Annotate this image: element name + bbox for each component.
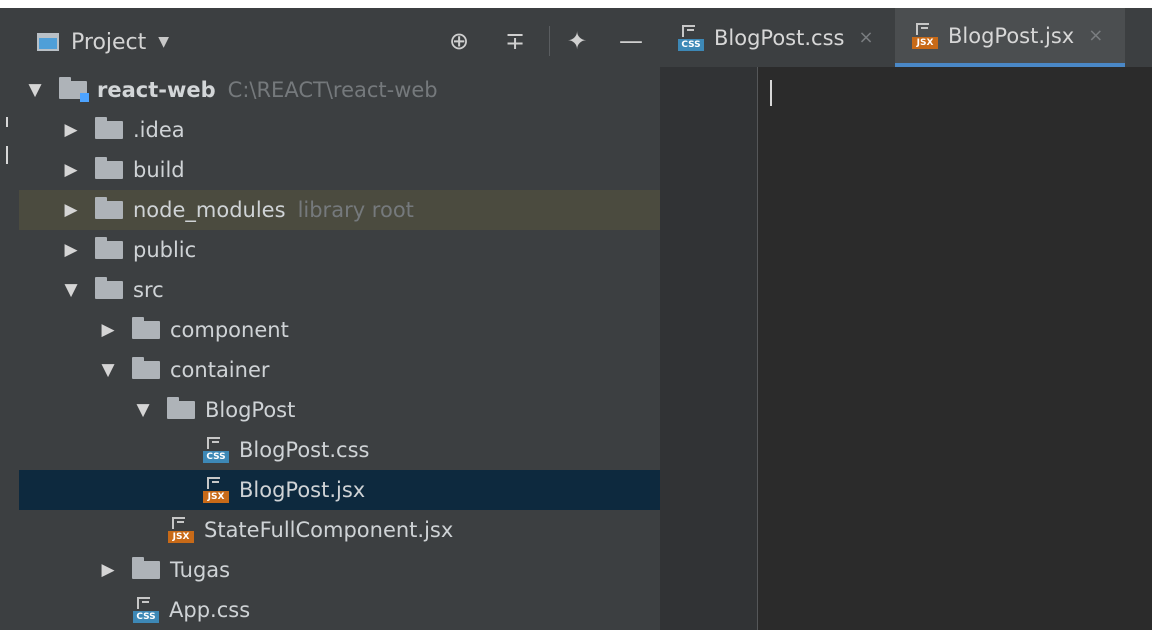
project-window-icon	[37, 33, 59, 51]
minimize-panel-button[interactable]: —	[614, 24, 648, 58]
left-tool-strip	[0, 8, 19, 630]
tree-row-blogpost-jsx[interactable]: JSX BlogPost.jsx	[19, 470, 660, 510]
tab-label: BlogPost.css	[714, 25, 845, 50]
chevron-right-icon: ▶	[101, 560, 115, 580]
tree-row-public[interactable]: ▶ public	[19, 230, 660, 270]
tool-strip-marker	[6, 117, 8, 127]
folder-icon	[132, 357, 160, 379]
css-file-icon: CSS	[678, 24, 704, 51]
folder-icon	[167, 397, 195, 419]
tab-label: BlogPost.jsx	[948, 23, 1075, 48]
tree-row-node-modules[interactable]: ▶ node_modules library root	[19, 190, 660, 230]
folder-icon	[95, 157, 123, 179]
project-path: C:\REACT\react-web	[227, 78, 438, 102]
folder-icon	[95, 197, 123, 219]
gear-icon: ✦	[566, 27, 588, 55]
folder-icon	[132, 317, 160, 339]
chevron-down-icon: ▼	[28, 80, 42, 100]
close-icon[interactable]: ×	[1088, 25, 1103, 46]
tree-row-blogpost-folder[interactable]: ▼ BlogPost	[19, 390, 660, 430]
chevron-down-icon: ▼	[158, 34, 170, 50]
tree-row-container[interactable]: ▼ container	[19, 350, 660, 390]
css-file-icon: CSS	[133, 597, 159, 623]
tree-row-tugas[interactable]: ▶ Tugas	[19, 550, 660, 590]
editor-tabs: CSS BlogPost.css × JSX BlogPost.jsx ×	[660, 8, 1152, 67]
folder-icon	[95, 237, 123, 259]
chevron-right-icon: ▶	[101, 320, 115, 340]
tree-item-label: BlogPost.jsx	[239, 478, 366, 502]
css-file-icon: CSS	[203, 437, 229, 463]
tree-item-label: container	[170, 358, 270, 382]
folder-icon	[95, 117, 123, 139]
tree-row-app-css[interactable]: CSS App.css	[19, 590, 660, 630]
tool-strip-marker	[6, 146, 8, 164]
collapse-all-button[interactable]: ∓	[498, 24, 532, 58]
folder-icon	[132, 557, 160, 579]
chevron-right-icon: ▶	[64, 200, 78, 220]
minimize-icon: —	[619, 27, 643, 55]
collapse-icon: ∓	[504, 27, 526, 55]
locate-file-button[interactable]: ⊕	[442, 24, 476, 58]
tree-item-label: App.css	[169, 598, 251, 622]
tree-item-label: Tugas	[170, 558, 231, 582]
project-view-selector[interactable]: Project ▼	[37, 26, 169, 58]
tab-blogpost-css[interactable]: CSS BlogPost.css ×	[678, 8, 895, 67]
project-title: Project	[71, 29, 147, 55]
tree-item-label: public	[133, 238, 197, 262]
tree-row-idea[interactable]: ▶ .idea	[19, 110, 660, 150]
jsx-file-icon: JSX	[203, 477, 229, 503]
tree-item-label: component	[170, 318, 289, 342]
toolbar-separator	[549, 26, 550, 56]
library-root-label: library root	[297, 198, 414, 222]
chevron-right-icon: ▶	[64, 120, 78, 140]
module-folder-icon	[59, 77, 89, 102]
jsx-file-icon: JSX	[168, 517, 194, 543]
target-icon: ⊕	[448, 27, 470, 55]
tree-item-label: BlogPost.css	[239, 438, 370, 462]
tree-row-blogpost-css[interactable]: CSS BlogPost.css	[19, 430, 660, 470]
editor-panel: CSS BlogPost.css × JSX BlogPost.jsx ×	[660, 8, 1152, 630]
tree-row-react-web[interactable]: ▼ react-web C:\REACT\react-web	[19, 70, 660, 110]
tree-item-label: build	[133, 158, 185, 182]
close-icon[interactable]: ×	[858, 27, 873, 48]
project-panel-header: Project ▼ ⊕ ∓ ✦ —	[19, 8, 660, 74]
tree-row-src[interactable]: ▼ src	[19, 270, 660, 310]
tree-row-statefull-component[interactable]: JSX StateFullComponent.jsx	[19, 510, 660, 550]
ide-window: Project ▼ ⊕ ∓ ✦ — ▼ react-web C:\REACT\r…	[0, 0, 1152, 630]
jsx-file-icon: JSX	[912, 22, 938, 49]
tree-row-build[interactable]: ▶ build	[19, 150, 660, 190]
tab-blogpost-jsx[interactable]: JSX BlogPost.jsx ×	[895, 8, 1125, 67]
chevron-right-icon: ▶	[64, 160, 78, 180]
tree-item-label: .idea	[133, 118, 185, 142]
tree-item-label: BlogPost	[205, 398, 296, 422]
settings-button[interactable]: ✦	[560, 24, 594, 58]
chevron-down-icon: ▼	[101, 360, 115, 380]
chevron-down-icon: ▼	[64, 280, 78, 300]
text-cursor	[770, 80, 772, 106]
project-panel: Project ▼ ⊕ ∓ ✦ — ▼ react-web C:\REACT\r…	[19, 8, 660, 630]
folder-icon	[95, 277, 123, 299]
tree-item-label: src	[133, 278, 164, 302]
tree-item-label: StateFullComponent.jsx	[204, 518, 454, 542]
line-number-gutter	[660, 67, 757, 630]
chevron-right-icon: ▶	[64, 240, 78, 260]
code-editor[interactable]	[758, 67, 1152, 630]
tree-item-label: node_modules	[133, 198, 286, 222]
chevron-down-icon: ▼	[136, 400, 150, 420]
tree-item-label: react-web	[97, 78, 216, 102]
tree-row-component[interactable]: ▶ component	[19, 310, 660, 350]
